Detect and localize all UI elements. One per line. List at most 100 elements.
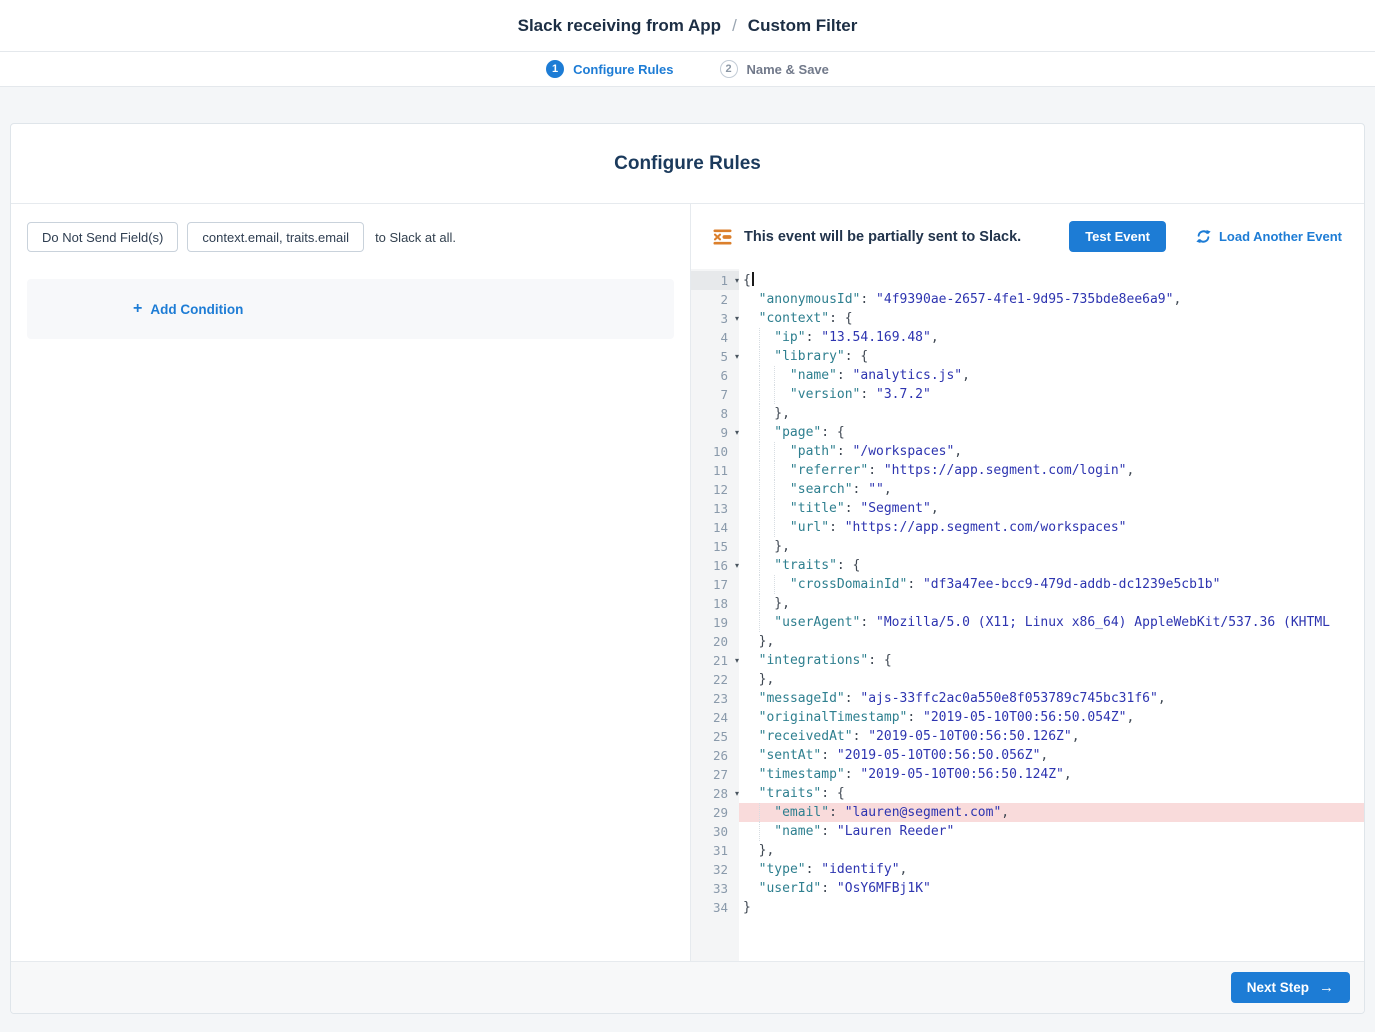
- code-line[interactable]: 21 ▾"integrations": {: [691, 651, 1364, 670]
- fold-arrow-icon[interactable]: ▾: [735, 309, 739, 328]
- fold-arrow-icon[interactable]: ▾: [735, 556, 739, 575]
- line-number: 14: [713, 520, 728, 535]
- breadcrumb-current: Custom Filter: [748, 16, 858, 36]
- code-line[interactable]: 13"title": "Segment",: [691, 499, 1364, 518]
- page-title: Configure Rules: [614, 153, 761, 175]
- fold-arrow-icon[interactable]: ▾: [735, 423, 739, 442]
- load-another-event-link[interactable]: Load Another Event: [1196, 229, 1342, 244]
- code-line[interactable]: 12"search": "",: [691, 480, 1364, 499]
- code-line-content: "receivedAt": "2019-05-10T00:56:50.126Z"…: [739, 727, 1364, 746]
- add-condition-button[interactable]: + Add Condition: [127, 300, 249, 318]
- code-line[interactable]: 10 "path": "/workspaces",: [691, 442, 1364, 461]
- code-line[interactable]: 15},: [691, 537, 1364, 556]
- code-line[interactable]: 26"sentAt": "2019-05-10T00:56:50.056Z",: [691, 746, 1364, 765]
- code-line[interactable]: 22},: [691, 670, 1364, 689]
- code-line[interactable]: 9▾"page": {: [691, 423, 1364, 442]
- fold-arrow-icon[interactable]: ▾: [735, 651, 739, 670]
- code-editor[interactable]: 1▾{2"anonymousId": "4f9390ae-2657-4fe1-9…: [691, 269, 1364, 961]
- event-preview-panel: This event will be partially sent to Sla…: [691, 204, 1364, 961]
- rule-row: Do Not Send Field(s) context.email, trai…: [27, 222, 674, 252]
- code-line[interactable]: 6"name": "analytics.js",: [691, 366, 1364, 385]
- code-line[interactable]: 4"ip": "13.54.169.48",: [691, 328, 1364, 347]
- do-not-send-fields-button[interactable]: Do Not Send Field(s): [27, 222, 178, 252]
- code-line[interactable]: 8},: [691, 404, 1364, 423]
- load-another-event-label: Load Another Event: [1219, 229, 1342, 244]
- breadcrumb-separator: /: [732, 16, 737, 36]
- code-line[interactable]: 28▾"traits": {: [691, 784, 1364, 803]
- code-line-content: "type": "identify",: [739, 860, 1364, 879]
- line-number: 21: [713, 653, 728, 668]
- code-line-content: },: [739, 632, 1364, 651]
- code-line-content: "title": "Segment",: [739, 499, 1364, 518]
- code-line[interactable]: 7 "version": "3.7.2": [691, 385, 1364, 404]
- code-line[interactable]: 2"anonymousId": "4f9390ae-2657-4fe1-9d95…: [691, 290, 1364, 309]
- line-number: 17: [713, 577, 728, 592]
- code-line[interactable]: 5▾"library": {: [691, 347, 1364, 366]
- code-line-content: },: [739, 537, 1364, 556]
- code-line-content: "email": "lauren@segment.com",: [739, 803, 1364, 822]
- code-line-content: "timestamp": "2019-05-10T00:56:50.124Z",: [739, 765, 1364, 784]
- code-line[interactable]: 25"receivedAt": "2019-05-10T00:56:50.126…: [691, 727, 1364, 746]
- fold-arrow-icon[interactable]: ▾: [735, 347, 739, 366]
- line-number: 16: [713, 558, 728, 573]
- event-header: This event will be partially sent to Sla…: [691, 204, 1364, 269]
- line-number: 18: [713, 596, 728, 611]
- arrow-right-icon: →: [1319, 980, 1334, 995]
- steps-bar: 1 Configure Rules 2 Name & Save: [0, 52, 1375, 87]
- step-2-circle: 2: [720, 60, 738, 78]
- fold-arrow-icon[interactable]: ▾: [735, 784, 739, 803]
- code-line-content: "anonymousId": "4f9390ae-2657-4fe1-9d95-…: [739, 290, 1364, 309]
- fields-value-button[interactable]: context.email, traits.email: [187, 222, 364, 252]
- code-line-content: "path": "/workspaces",: [739, 442, 1364, 461]
- code-line[interactable]: 32"type": "identify",: [691, 860, 1364, 879]
- line-number: 26: [713, 748, 728, 763]
- line-number: 29: [713, 805, 728, 820]
- code-line[interactable]: 18},: [691, 594, 1364, 613]
- code-line[interactable]: 1▾{: [691, 271, 1364, 290]
- code-line[interactable]: 24"originalTimestamp": "2019-05-10T00:56…: [691, 708, 1364, 727]
- line-number: 23: [713, 691, 728, 706]
- code-line[interactable]: 29 "email": "lauren@segment.com",: [691, 803, 1364, 822]
- code-line[interactable]: 17 "crossDomainId": "df3a47ee-bcc9-479d-a…: [691, 575, 1364, 594]
- code-line-content: "integrations": {: [739, 651, 1364, 670]
- code-line[interactable]: 33"userId": "OsY6MFBj1K": [691, 879, 1364, 898]
- line-number: 27: [713, 767, 728, 782]
- step-name-save[interactable]: 2 Name & Save: [720, 60, 829, 78]
- code-line[interactable]: 11"referrer": "https://app.segment.com/l…: [691, 461, 1364, 480]
- code-line-content: "crossDomainId": "df3a47ee-bcc9-479d-add…: [739, 575, 1364, 594]
- step-1-circle: 1: [546, 60, 564, 78]
- code-line-content: }: [739, 898, 1364, 917]
- add-condition-label: Add Condition: [150, 302, 243, 317]
- code-line-content: },: [739, 841, 1364, 860]
- code-line[interactable]: 20},: [691, 632, 1364, 651]
- line-number: 6: [720, 368, 728, 383]
- code-line[interactable]: 14 "url": "https://app.segment.com/worksp…: [691, 518, 1364, 537]
- line-number: 24: [713, 710, 728, 725]
- code-line-content: "userAgent": "Mozilla/5.0 (X11; Linux x8…: [739, 613, 1364, 632]
- code-line[interactable]: 34}: [691, 898, 1364, 917]
- fold-arrow-icon[interactable]: ▾: [735, 271, 739, 290]
- code-line[interactable]: 16▾"traits": {: [691, 556, 1364, 575]
- code-line[interactable]: 3▾"context": {: [691, 309, 1364, 328]
- line-number: 20: [713, 634, 728, 649]
- line-number: 31: [713, 843, 728, 858]
- line-number: 10: [713, 444, 728, 459]
- code-line-content: "version": "3.7.2": [739, 385, 1364, 404]
- add-condition-area: + Add Condition: [27, 279, 674, 339]
- code-line[interactable]: 19"userAgent": "Mozilla/5.0 (X11; Linux …: [691, 613, 1364, 632]
- code-line[interactable]: 30"name": "Lauren Reeder": [691, 822, 1364, 841]
- line-number: 7: [720, 387, 728, 402]
- step-configure-rules[interactable]: 1 Configure Rules: [546, 60, 673, 78]
- code-line[interactable]: 27 "timestamp": "2019-05-10T00:56:50.124Z…: [691, 765, 1364, 784]
- test-event-button[interactable]: Test Event: [1069, 221, 1166, 252]
- code-line[interactable]: 23"messageId": "ajs-33ffc2ac0a550e8f0537…: [691, 689, 1364, 708]
- code-line[interactable]: 31},: [691, 841, 1364, 860]
- code-line-content: "url": "https://app.segment.com/workspac…: [739, 518, 1364, 537]
- breadcrumb-connection[interactable]: Slack receiving from App: [518, 16, 721, 36]
- next-step-button[interactable]: Next Step →: [1231, 972, 1350, 1003]
- rule-builder-panel: Do Not Send Field(s) context.email, trai…: [11, 204, 691, 961]
- line-number: 15: [713, 539, 728, 554]
- code-line-content: {: [739, 271, 1364, 290]
- code-line-content: "context": {: [739, 309, 1364, 328]
- card-header: Configure Rules: [11, 124, 1364, 204]
